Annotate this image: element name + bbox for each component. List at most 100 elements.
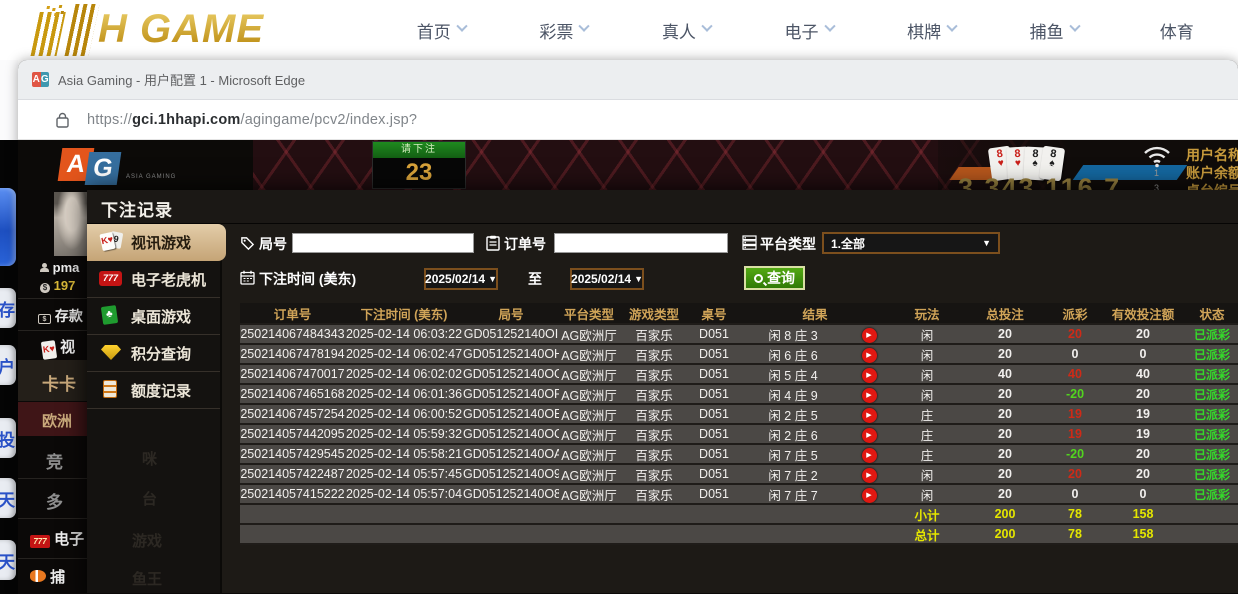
lobby-deposit-button[interactable]: $ 存款 [38,306,83,326]
column-header: 玩法 [891,304,963,323]
cell-order-number: 250214057422487 [240,467,345,481]
divider [18,558,87,559]
wifi-icon [1142,144,1172,168]
cell-game-type: 百家乐 [619,385,689,404]
balance-text: 197 [54,278,76,293]
replay-button[interactable]: ▶ [862,388,877,403]
nav-item-sports[interactable]: 体育 [1115,0,1238,60]
cell-bet-time: 2025-02-14 06:02:47 [345,347,463,361]
cell-payout: 0 [1047,487,1103,501]
table-row: 2502140574152222025-02-14 05:57:04GD0512… [240,485,1238,505]
tab-label: 投 [0,426,15,451]
europe-label: 欧洲 [42,413,72,430]
divider [18,478,87,479]
cell-status: 已派彩 [1183,366,1238,383]
cell-total-bet: 20 [963,467,1047,481]
floating-tab-bet[interactable]: 投 [0,418,16,458]
modal-content: 局号 订单号 平台类型 1.全部 ▼ 下注时间 (美东) 2025/ [222,224,1238,593]
lobby-vip-hall[interactable]: 卡卡 [42,370,76,395]
replay-button[interactable]: ▶ [862,328,877,343]
asia-gaming-logo: A G ASIA GAMING [60,146,210,188]
cell-order-number: 250214057429545 [240,447,345,461]
cell-replay: ▶ [847,346,891,363]
lobby-multi-table[interactable]: 多 [46,488,63,513]
menu-item-video-games[interactable]: 9K♥ 视讯游戏 [87,224,226,261]
platform-select[interactable]: 1.全部 ▼ [822,232,1000,254]
floating-tab-day2[interactable]: 天 [0,540,16,580]
search-button[interactable]: 查询 [744,266,805,290]
nav-label: 电子 [785,18,819,43]
multi-label: 多 [46,493,63,512]
menu-item-credit-records[interactable]: 额度记录 [87,372,220,409]
lobby-fishing[interactable]: 捕 [30,566,65,587]
replay-button[interactable]: ▶ [862,408,877,423]
background-left-strip: 存 户 投 天 天 [0,140,18,594]
cell-round-number: GD051252140O9 [463,467,559,481]
lobby-slots[interactable]: 777 电子 [30,528,84,549]
nav-item-lottery[interactable]: 彩票 [503,0,626,60]
bet-records-modal: 下注记录 9K♥ 视讯游戏 777 电子老虎机 ♣ 桌面游戏 [87,190,1238,593]
order-number-input[interactable] [554,233,728,253]
vip-label: 卡卡 [42,375,76,394]
floating-tab-deposit[interactable]: 存 [0,288,16,328]
gem-icon [99,342,123,364]
nav-item-fishing[interactable]: 捕鱼 [993,0,1116,60]
cell-table-number: D051 [689,327,739,341]
site-logo: H GAME [34,2,264,56]
replay-button[interactable]: ▶ [862,488,877,503]
tag-icon [240,236,255,251]
green-card-icon: ♣ [99,305,123,327]
cell-bet-time: 2025-02-14 06:00:52 [345,407,463,421]
nav-label: 真人 [662,18,696,43]
cell-game-type: 百家乐 [619,365,689,384]
cell-play-type: 庄 [891,445,963,464]
game-page: A G ASIA GAMING 请下注 23 8♥ 8♥ 8♠ 8♠ 3 343… [18,140,1238,593]
column-header: 平台类型 [559,304,619,323]
nav-label: 捕鱼 [1030,18,1064,43]
replay-button[interactable]: ▶ [862,448,877,463]
url-domain: gci.1hhapi.com [132,112,240,128]
column-header: 局号 [463,304,559,323]
lobby-betting-hall[interactable]: 竞 [46,448,63,473]
floating-tab-day1[interactable]: 天 [0,478,16,518]
date-from-select[interactable]: 2025/02/14▼ [424,268,498,290]
floating-banner-fragment[interactable] [0,188,16,266]
green-card: ♣ [101,305,118,325]
replay-button[interactable]: ▶ [862,468,877,483]
nav-item-home[interactable]: 首页 [380,0,503,60]
lobby-europe-hall[interactable]: 欧洲 [42,410,72,431]
replay-button[interactable]: ▶ [862,368,877,383]
cell-play-type: 庄 [891,425,963,444]
address-bar[interactable]: https://gci.1hhapi.com/agingame/pcv2/ind… [18,100,1238,140]
nav-label: 体育 [1160,18,1194,43]
username-text: pma [53,260,80,275]
ag-favicon: AG [32,72,49,87]
round-number-input[interactable] [292,233,474,253]
cell-game-type: 百家乐 [619,445,689,464]
nav-item-live[interactable]: 真人 [625,0,748,60]
chevron-down-icon [824,20,835,31]
replay-button[interactable]: ▶ [862,428,877,443]
person-icon [40,263,49,272]
bet-time-filter-label: 下注时间 (美东) [259,269,356,289]
cell-round-number: GD051252140OI [463,327,559,341]
nav-item-chess[interactable]: 棋牌 [870,0,993,60]
menu-item-points-query[interactable]: 积分查询 [87,335,220,372]
floating-tab-account[interactable]: 户 [0,345,16,385]
footer-total-bet: 200 [963,507,1047,521]
window-title-bar[interactable]: AG Asia Gaming - 用户配置 1 - Microsoft Edge [18,60,1238,100]
cell-valid-bet: 20 [1103,327,1183,341]
to-label: 至 [528,269,542,289]
lobby-video-games[interactable]: K♥ 视 [42,336,75,359]
menu-item-slots[interactable]: 777 电子老虎机 [87,261,220,298]
column-header: 下注时间 (美东) [345,304,463,323]
cell-order-number: 250214067478194 [240,347,345,361]
replay-button[interactable]: ▶ [862,348,877,363]
total-row: 总计20078158 [240,525,1238,545]
cell-payout: 19 [1047,427,1103,441]
cell-payout: 20 [1047,467,1103,481]
date-to-select[interactable]: 2025/02/14▼ [570,268,644,290]
menu-item-table-games[interactable]: ♣ 桌面游戏 [87,298,220,335]
menu-label: 积分查询 [131,343,191,364]
nav-item-slots[interactable]: 电子 [748,0,871,60]
